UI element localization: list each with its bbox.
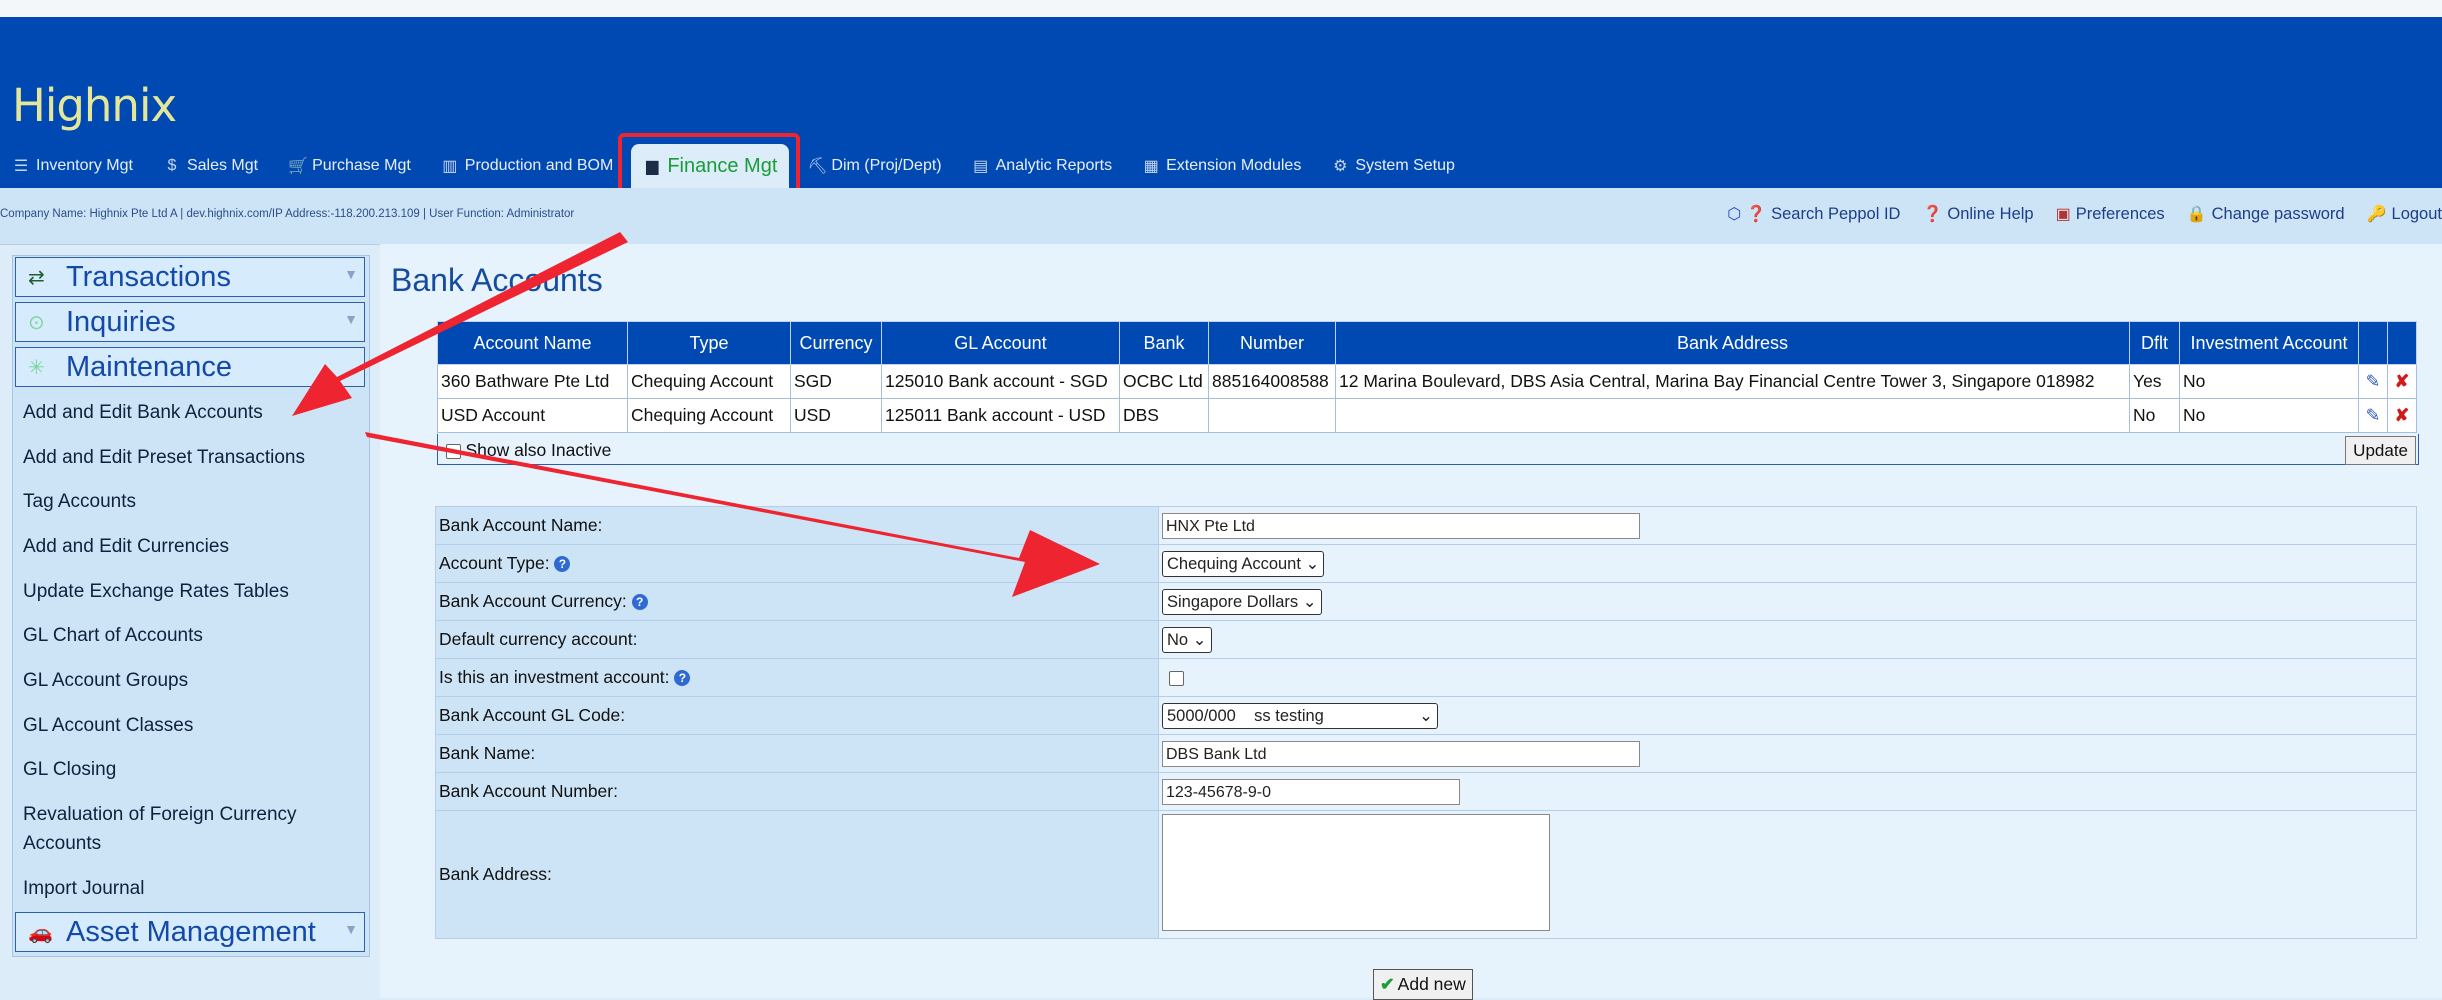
annotation-arrow-to-form [365, 432, 1100, 597]
annotation-arrows [292, 232, 1100, 597]
annotation-arrow-to-sidebar [292, 232, 628, 416]
